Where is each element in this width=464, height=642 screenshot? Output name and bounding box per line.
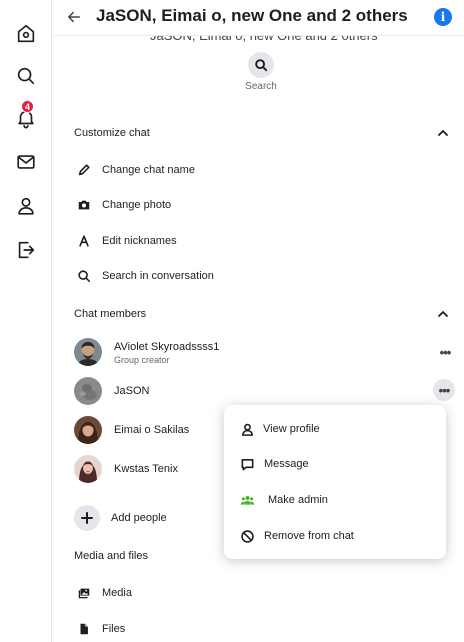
left-nav-rail: 4 (0, 0, 52, 642)
menu-item-label: Files (102, 623, 126, 635)
letter-a-icon (74, 231, 94, 251)
add-people-label[interactable]: Add people (111, 512, 167, 524)
search-nav-button[interactable] (12, 62, 40, 90)
member-role: Group creator (114, 355, 170, 365)
notification-badge: 4 (21, 100, 34, 113)
change-photo-button[interactable]: Change photo (74, 193, 434, 217)
notifications-nav-button[interactable]: 4 (12, 100, 40, 132)
back-button[interactable] (65, 8, 83, 26)
mail-icon (17, 155, 35, 169)
member-options-menu: View profile Message Make admin Remove f… (224, 405, 446, 559)
menu-item-label: Edit nicknames (102, 235, 177, 247)
plus-icon (81, 512, 93, 524)
block-icon (238, 527, 256, 545)
message-icon (238, 455, 256, 473)
menu-item-label: Search in conversation (102, 270, 214, 282)
member-row[interactable]: AViolet Skyroadssss1 Group creator (74, 338, 444, 370)
person-icon (18, 197, 34, 215)
media-files-header[interactable]: Media and files (74, 550, 148, 562)
member-options-button[interactable]: ••• (433, 379, 455, 401)
avatar[interactable] (74, 338, 102, 366)
media-button[interactable]: Media (74, 581, 434, 605)
camera-icon (74, 195, 94, 215)
people-icon (238, 491, 256, 509)
remove-from-chat-option[interactable]: Remove from chat (224, 522, 446, 550)
view-profile-option[interactable]: View profile (224, 415, 446, 443)
option-label: Make admin (268, 494, 328, 506)
avatar[interactable] (74, 455, 102, 483)
menu-item-label: Change chat name (102, 164, 195, 176)
files-button[interactable]: Files (74, 617, 434, 641)
avatar[interactable] (74, 377, 102, 405)
menu-item-label: Media (102, 587, 132, 599)
member-name: Kwstas Tenix (114, 463, 178, 475)
file-icon (74, 619, 94, 639)
pencil-icon (74, 160, 94, 180)
search-icon (74, 266, 94, 286)
profile-nav-button[interactable] (12, 192, 40, 220)
member-name: JaSON (114, 385, 150, 397)
add-people-button[interactable] (74, 505, 100, 531)
customize-chat-header[interactable]: Customize chat (74, 127, 150, 139)
option-label: View profile (263, 423, 320, 435)
menu-item-label: Change photo (102, 199, 172, 211)
search-icon (17, 67, 35, 85)
logout-nav-button[interactable] (12, 236, 40, 264)
chat-members-header[interactable]: Chat members (74, 308, 146, 320)
home-icon (17, 24, 35, 43)
person-icon (238, 420, 256, 438)
edit-nicknames-button[interactable]: Edit nicknames (74, 229, 434, 253)
member-options-button[interactable]: ••• (434, 341, 456, 363)
arrow-left-icon (67, 11, 81, 23)
info-icon: i (440, 10, 446, 24)
option-label: Remove from chat (264, 530, 354, 542)
chevron-up-icon[interactable] (437, 307, 449, 319)
member-name: Eimai o Sakilas (114, 424, 190, 436)
image-icon (74, 583, 94, 603)
search-in-conversation-button[interactable]: Search in conversation (74, 264, 434, 288)
more-options-icon: ••• (439, 344, 452, 360)
more-options-icon: ••• (438, 382, 451, 398)
home-nav-button[interactable] (12, 20, 40, 48)
make-admin-option[interactable]: Make admin (224, 486, 446, 514)
avatar[interactable] (74, 416, 102, 444)
search-label: Search (245, 81, 277, 92)
message-option[interactable]: Message (224, 450, 446, 478)
chat-settings-panel: JaSON, Eimai o, new One and 2 others i J… (53, 0, 464, 642)
messages-nav-button[interactable] (12, 148, 40, 176)
change-chat-name-button[interactable]: Change chat name (74, 158, 434, 182)
chat-header: JaSON, Eimai o, new One and 2 others i (53, 0, 464, 36)
search-icon (255, 59, 268, 72)
chevron-up-icon[interactable] (437, 126, 449, 138)
option-label: Message (264, 458, 309, 470)
logout-icon (18, 241, 35, 259)
chat-title: JaSON, Eimai o, new One and 2 others (96, 6, 408, 25)
info-button[interactable]: i (434, 8, 452, 26)
member-name: AViolet Skyroadssss1 (114, 341, 220, 353)
search-button[interactable] (248, 52, 274, 78)
